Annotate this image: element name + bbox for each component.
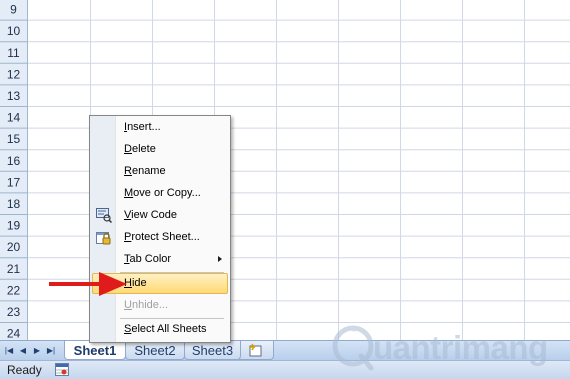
submenu-arrow-icon (218, 256, 222, 262)
menu-item-protect-sheet[interactable]: Protect Sheet... (92, 227, 228, 248)
macro-record-icon[interactable] (55, 363, 69, 376)
row-header-16[interactable]: 16 (7, 154, 21, 168)
menu-item-view-code[interactable]: View Code (92, 205, 228, 226)
status-text: Ready (7, 363, 42, 377)
menu-item-select-all-sheets[interactable]: Select All Sheets (92, 319, 228, 340)
last-sheet-icon[interactable]: ▶| (45, 344, 57, 357)
red-arrow-annotation-icon (49, 272, 127, 296)
row-header-12[interactable]: 12 (7, 67, 21, 81)
sheet-tab-bar: |◀ ◀ ▶ ▶| Sheet3 Sheet2 Sheet1 (0, 340, 570, 360)
row-header-20[interactable]: 20 (7, 240, 21, 254)
row-header-14[interactable]: 14 (7, 111, 21, 125)
menu-item-move-or-copy[interactable]: Move or Copy... (92, 183, 228, 204)
menu-item-rename[interactable]: Rename (92, 161, 228, 182)
row-header-11[interactable]: 11 (7, 46, 20, 60)
row-header-19[interactable]: 19 (7, 219, 21, 233)
tab-sheet1[interactable]: Sheet1 (64, 341, 126, 360)
menu-item-insert[interactable]: Insert... (92, 117, 228, 138)
first-sheet-icon[interactable]: |◀ (3, 344, 15, 357)
tab-sheet3[interactable]: Sheet3 (184, 341, 241, 360)
row-header-18[interactable]: 18 (7, 197, 21, 211)
next-sheet-icon[interactable]: ▶ (31, 344, 43, 357)
row-header-17[interactable]: 17 (7, 175, 21, 189)
status-bar: Ready (0, 360, 570, 379)
insert-worksheet-icon (249, 343, 262, 357)
menu-item-delete[interactable]: Delete (92, 139, 228, 160)
row-header-9[interactable]: 9 (10, 3, 17, 17)
tab-sheet2[interactable]: Sheet2 (125, 341, 185, 360)
menu-item-unhide: Unhide... (124, 299, 169, 311)
menu-item-tab-color[interactable]: Tab Color (92, 249, 228, 270)
row-header-23[interactable]: 23 (7, 305, 21, 319)
sheet-context-menu: Insert... Delete Rename Move or Copy... … (89, 115, 231, 343)
view-code-icon (96, 208, 112, 223)
row-header-10[interactable]: 10 (7, 24, 21, 38)
row-header-13[interactable]: 13 (7, 89, 21, 103)
row-header-21[interactable]: 21 (7, 262, 21, 276)
insert-worksheet-tab[interactable] (236, 341, 274, 360)
row-header-15[interactable]: 15 (7, 132, 21, 146)
previous-sheet-icon[interactable]: ◀ (17, 344, 29, 357)
row-header-22[interactable]: 22 (7, 283, 21, 297)
protect-sheet-icon (96, 232, 111, 245)
row-header-24[interactable]: 24 (7, 327, 21, 340)
